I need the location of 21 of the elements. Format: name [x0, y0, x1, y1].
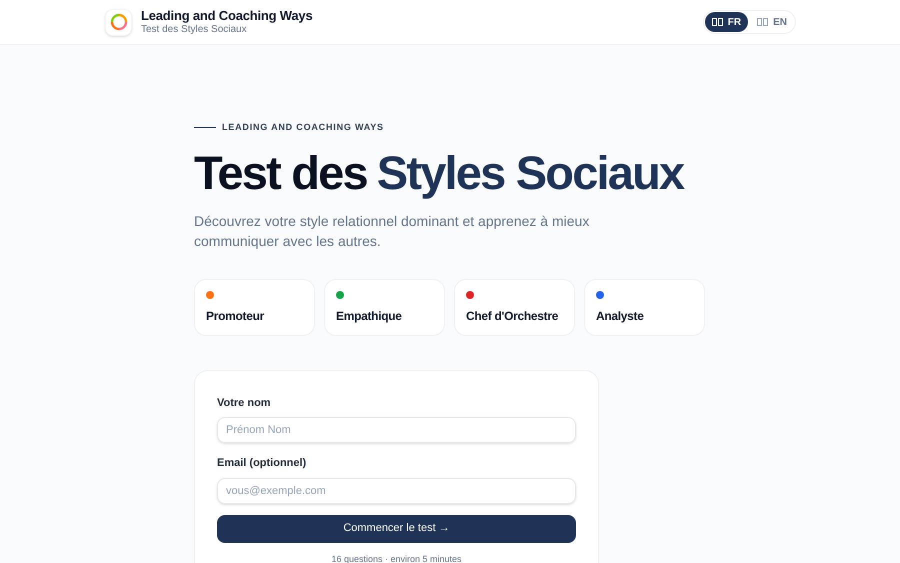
- flag-glyph-icon: [712, 18, 723, 26]
- logo-icon: [105, 8, 132, 36]
- page-title: Test des: [194, 146, 367, 198]
- page-title-accent: Styles Sociaux: [376, 146, 684, 198]
- field-label: Email (optionnel): [217, 456, 308, 471]
- style-name: Promoteur: [206, 308, 266, 324]
- style-name: Analyste: [596, 308, 645, 324]
- input-field[interactable]: Prénom Nom: [217, 417, 576, 443]
- brand-name: Leading and Coaching Ways: [141, 8, 312, 24]
- style-name: Chef d'Orchestre: [466, 308, 560, 324]
- language-button[interactable]: FR: [704, 12, 748, 32]
- test-duration-note: 16 questions · environ 5 minutes: [330, 552, 463, 563]
- input-field[interactable]: vous@exemple.com: [217, 478, 576, 504]
- style-name: Empathique: [336, 308, 403, 324]
- intro-paragraph: Découvrez votre style relationnel dominant et apprenez à mieux communiquer avec les autres.: [194, 212, 590, 250]
- field-label: Votre nom: [217, 396, 272, 410]
- eyebrow-text: LEADING AND COACHING WAYS: [222, 121, 384, 134]
- language-button[interactable]: EN: [750, 12, 794, 32]
- flag-glyph-icon: [757, 18, 768, 26]
- brand-subtitle: Test des Styles Sociaux: [141, 24, 248, 36]
- start-test-button[interactable]: Commencer le test →: [217, 514, 576, 542]
